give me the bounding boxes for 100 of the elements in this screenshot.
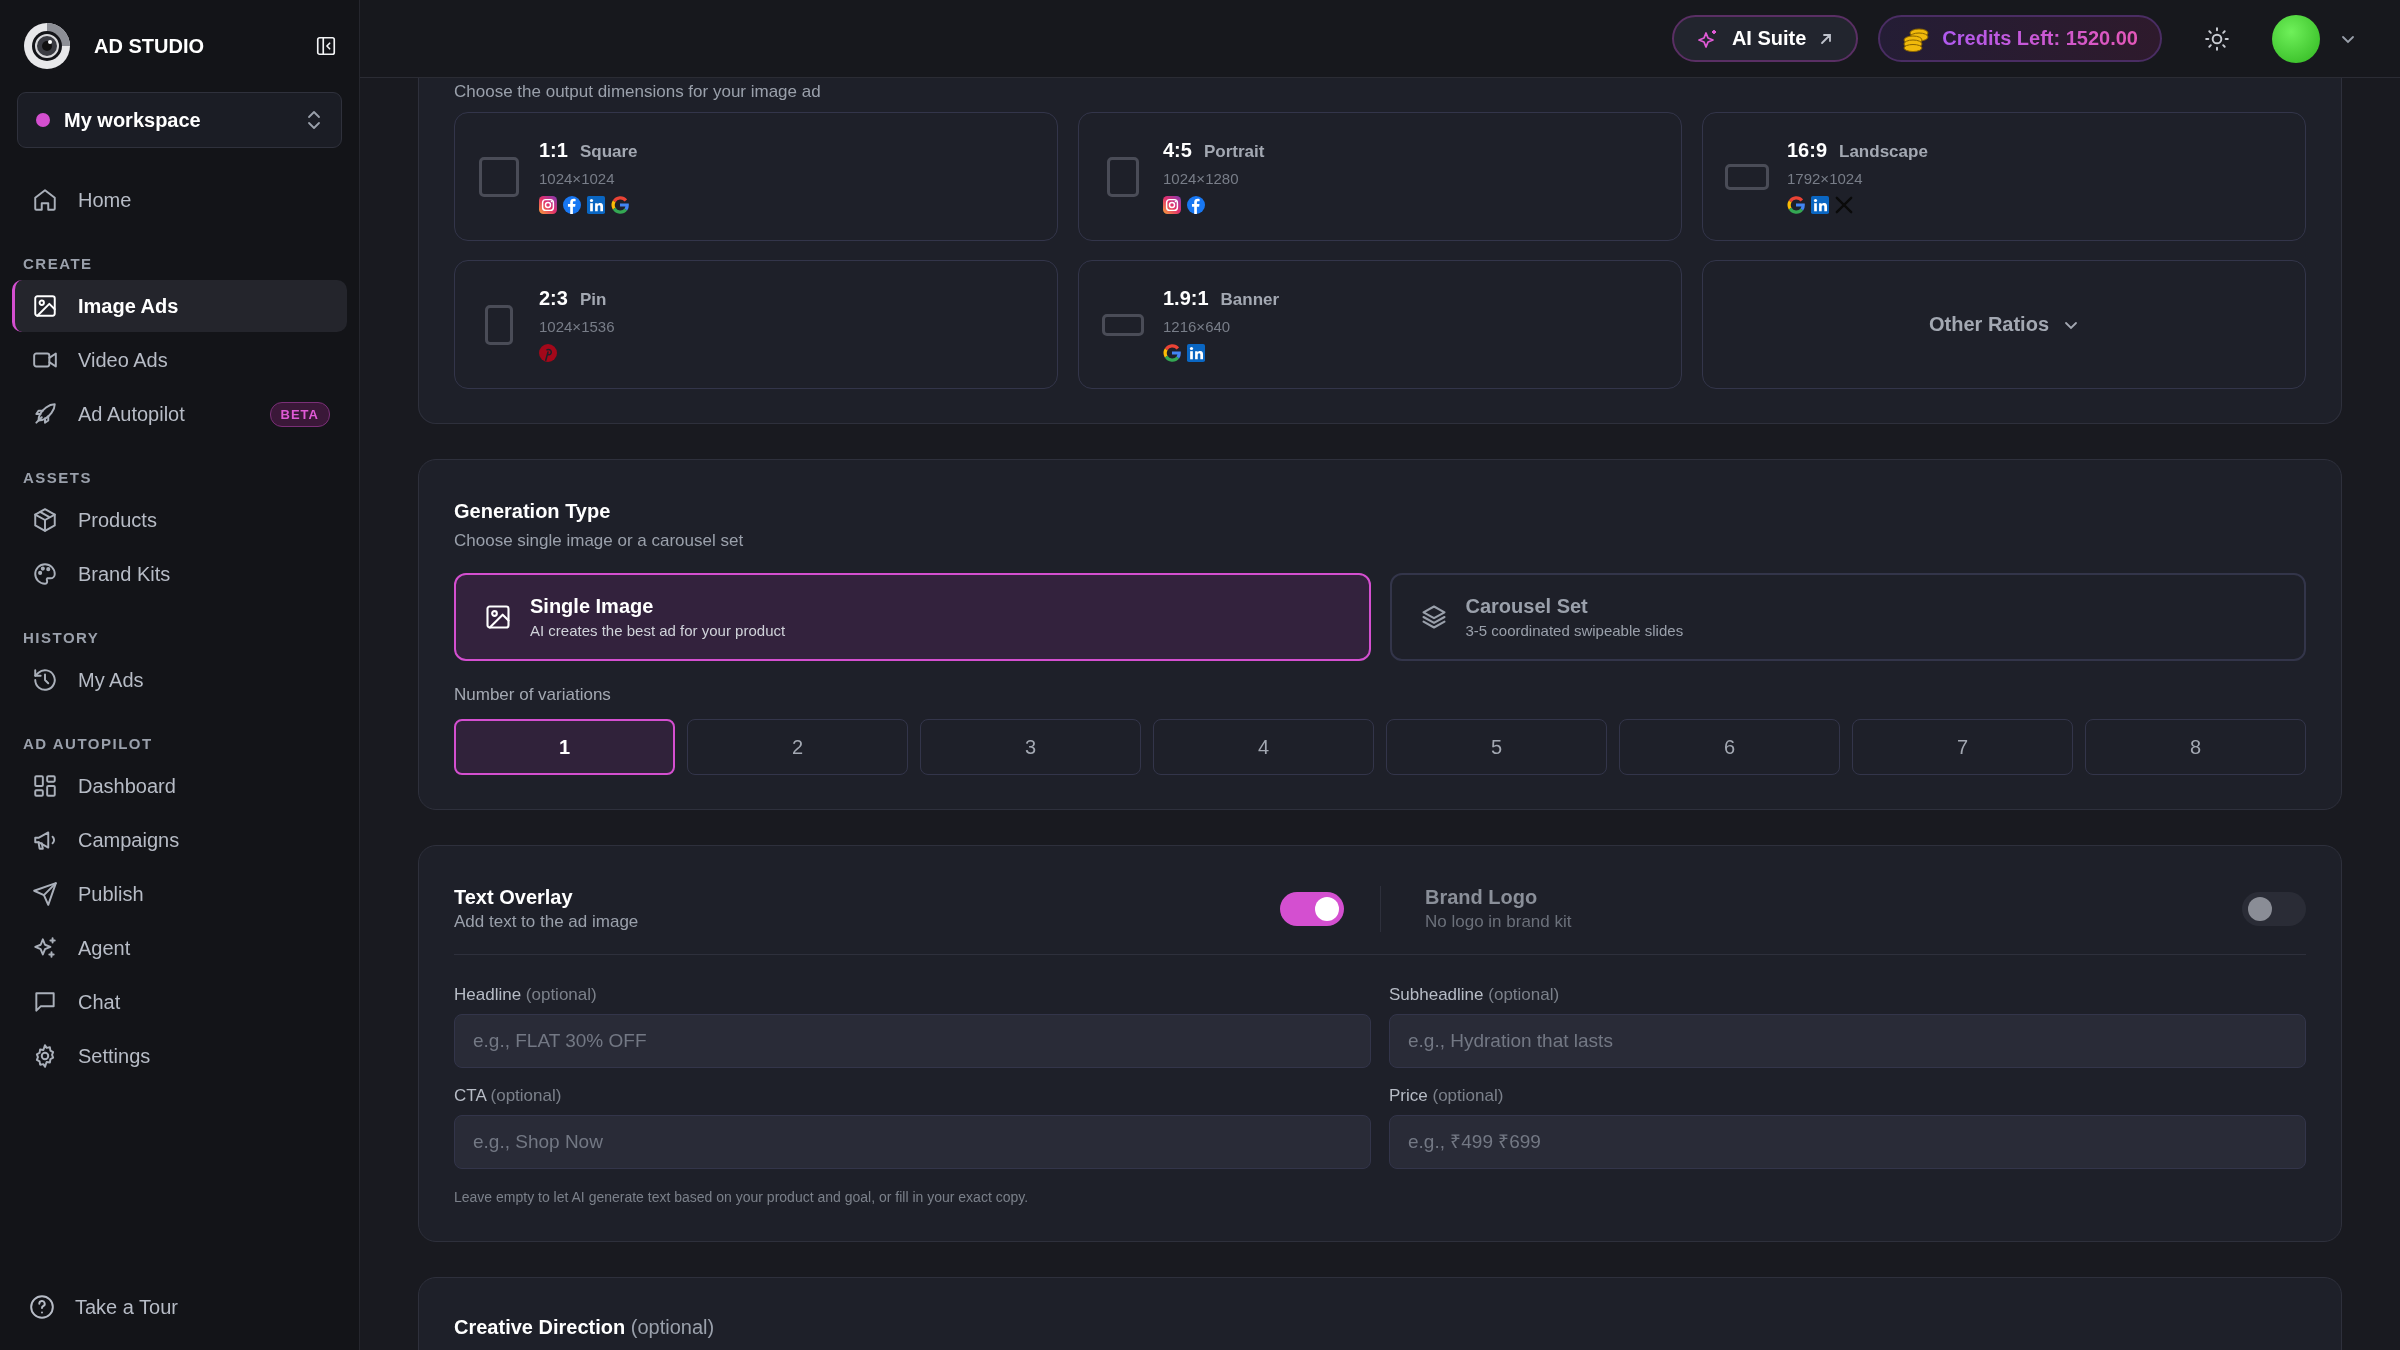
ratio-label: 1.9:1 [1163,287,1209,310]
image-icon [32,293,58,319]
send-icon [32,881,58,907]
instagram-icon [539,196,557,214]
avatar[interactable] [2272,14,2320,63]
aspect-ratio-option[interactable]: 1.9:1 Banner 1216×640 [1078,260,1682,389]
nav-item[interactable]: Image Ads [12,280,347,332]
google-icon [1163,344,1181,362]
input-field[interactable]: e.g., Hydration that lasts [1389,1014,2306,1068]
generation-type-option[interactable]: Carousel Set 3-5 coordinated swipeable slides [1389,573,2306,661]
workspace-name: My workspace [64,108,202,132]
aspect-ratio-option[interactable]: 2:3 Pin 1024×1536 [454,260,1058,389]
section-description: Choose single image or a carousel set [454,531,745,551]
section-description: Choose the output dimensions for your image ad [454,82,822,102]
ratio-name: Banner [1220,290,1280,310]
chevron-up-down-icon [305,109,323,131]
nav-label: My Ads [78,668,145,692]
aspect-frame-icon [1102,313,1144,336]
dashboard-icon [32,773,58,799]
nav-item[interactable]: Products [12,494,347,546]
nav-item[interactable]: Video Ads [12,334,347,386]
toggle-title: Text Overlay [454,886,574,909]
nav-label: Home [78,188,133,212]
ratio-name: Pin [579,290,607,310]
nav-item[interactable]: Campaigns [12,814,347,866]
ratio-name: Portrait [1203,142,1265,162]
input-field[interactable]: e.g., FLAT 30% OFF [454,1014,1371,1068]
image-icon [484,603,512,631]
input-field[interactable]: e.g., ₹499 ₹699 [1389,1115,2306,1169]
option-title: Single Image [530,595,655,618]
variation-button[interactable]: 5 [1386,719,1607,775]
beta-badge: BETA [269,401,330,427]
google-icon [1787,196,1805,214]
variation-button[interactable]: 2 [687,719,908,775]
history-icon [32,667,58,693]
aspect-frame-icon [1725,163,1769,190]
field-label: Subheadline (optional) [1389,985,1561,1005]
nav-item[interactable]: Chat [12,976,347,1028]
variation-button[interactable]: 3 [920,719,1141,775]
coins-icon [1902,25,1931,52]
nav-item[interactable]: Ad Autopilot BETA [12,388,347,440]
input-field[interactable]: e.g., Shop Now [454,1115,1371,1169]
ratio-label: 1:1 [539,139,568,162]
pinterest-icon [539,344,557,362]
option-title: Carousel Set [1465,595,1589,618]
nav-item[interactable]: Publish [12,868,347,920]
variation-button[interactable]: 1 [454,719,675,775]
nav-label: Settings [78,1044,152,1068]
layers-icon [1419,603,1448,631]
dimensions-label: 1024×1024 [539,170,616,187]
ai-suite-button[interactable]: AI Suite [1671,15,1859,62]
aspect-ratio-option[interactable]: 4:5 Portrait 1024×1280 [1078,112,1682,241]
variation-button[interactable]: 6 [1619,719,1840,775]
other-ratios-button[interactable]: Other Ratios [1702,260,2306,389]
tour-link[interactable]: Take a Tour [0,1294,359,1350]
aspect-ratio-option[interactable]: 16:9 Landscape 1792×1024 [1702,112,2306,241]
aspect-frame-icon [479,156,519,197]
nav-item[interactable]: Agent [12,922,347,974]
toggle-description: No logo in brand kit [1425,912,1573,932]
section-title: Creative Direction (optional) [454,1316,716,1339]
variation-button[interactable]: 8 [2085,719,2306,775]
section-heading: ASSETS [22,468,93,486]
option-description: 3-5 coordinated swipeable slides [1465,622,1684,639]
theme-toggle-icon[interactable] [2204,25,2230,52]
box-icon [32,507,58,533]
variation-button[interactable]: 7 [1852,719,2073,775]
field-label: Number of variations [454,685,612,705]
palette-icon [32,561,58,587]
nav-label: Ad Autopilot [78,402,186,426]
sidebar-toggle-icon[interactable] [315,35,337,57]
aspect-ratio-option[interactable]: 1:1 Square 1024×1024 [454,112,1058,241]
nav-item[interactable]: Home [12,174,347,226]
nav-item[interactable]: Settings [12,1030,347,1082]
nav-label: Brand Kits [78,562,172,586]
home-icon [32,187,58,213]
toggle-switch[interactable] [1280,892,1344,926]
sparkles-icon [32,935,58,961]
toggle-description: Add text to the ad image [454,912,640,932]
nav-item[interactable]: Brand Kits [12,548,347,600]
ratio-name: Landscape [1839,142,1928,162]
nav-label: Dashboard [78,774,177,798]
aspect-frame-icon [1107,156,1139,197]
nav-label: Agent [78,936,132,960]
section-heading: HISTORY [22,628,101,646]
instagram-icon [1163,196,1181,214]
google-icon [611,196,629,214]
generation-type-option[interactable]: Single Image AI creates the best ad for your product [454,573,1371,661]
ratio-label: 16:9 [1787,139,1828,162]
dimensions-label: 1024×1536 [539,318,615,335]
ratio-name: Square [579,142,638,162]
nav-item[interactable]: My Ads [12,654,347,706]
x-logo-icon [1835,196,1853,214]
field-label: Headline (optional) [454,985,598,1005]
nav-item[interactable]: Dashboard [12,760,347,812]
workspace-selector[interactable]: My workspace [17,92,342,148]
nav-label: Products [78,508,158,532]
field-label: CTA (optional) [454,1086,563,1106]
variation-button[interactable]: 4 [1153,719,1374,775]
section-title: Generation Type [454,500,612,523]
section-heading: AD AUTOPILOT [22,734,154,752]
